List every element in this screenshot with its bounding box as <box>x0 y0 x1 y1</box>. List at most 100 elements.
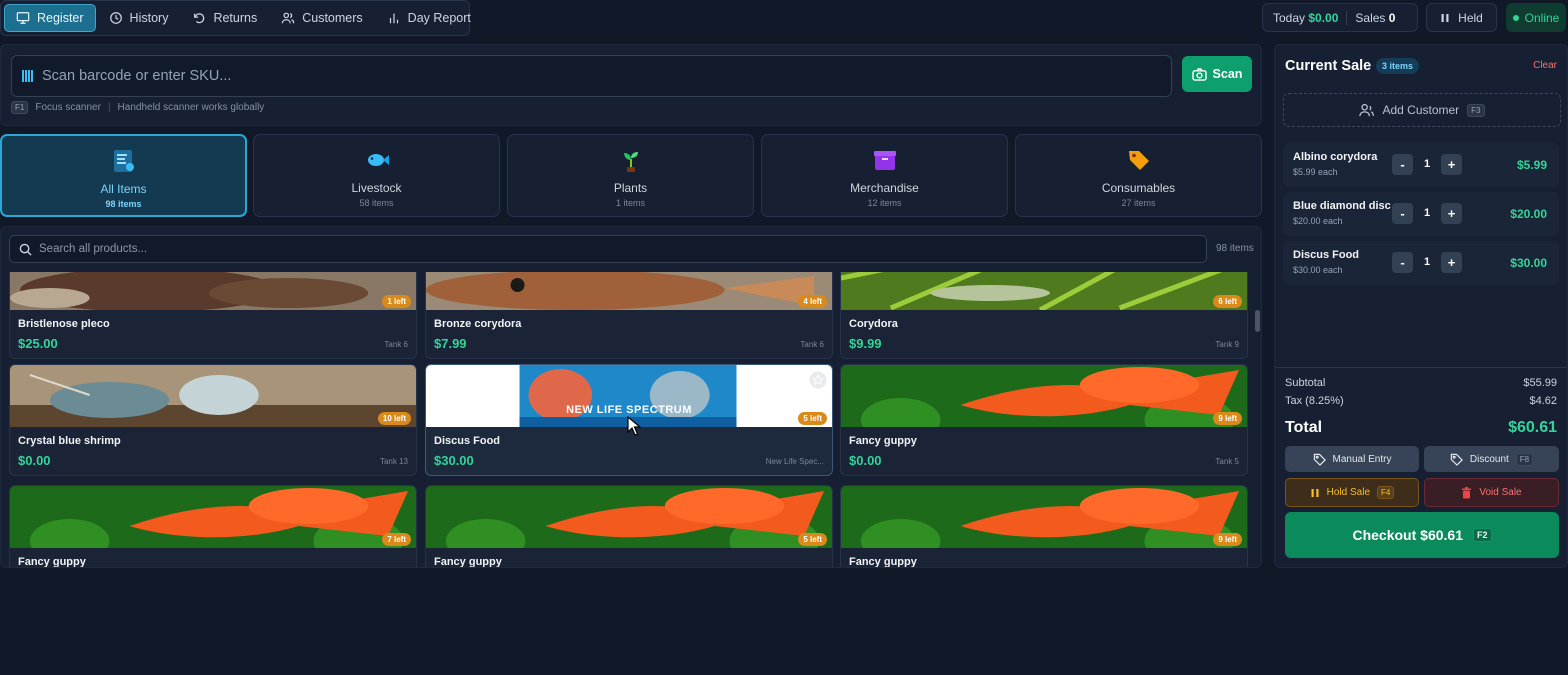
line-item-qty[interactable]: 1 <box>1424 207 1430 219</box>
decrease-qty-button[interactable]: - <box>1392 203 1413 224</box>
line-item-name: Blue diamond disc <box>1293 200 1391 212</box>
discount-button[interactable]: Discount F8 <box>1424 446 1559 472</box>
product-card[interactable]: 9 left Fancy guppy <box>840 485 1248 568</box>
line-item-qty[interactable]: 1 <box>1424 158 1430 170</box>
clear-sale-button[interactable]: Clear <box>1533 60 1557 71</box>
favorite-star-icon[interactable] <box>809 371 827 389</box>
void-sale-button[interactable]: Void Sale <box>1424 478 1559 507</box>
category-plants[interactable]: Plants 1 items <box>507 134 754 217</box>
nav-day-report[interactable]: Day Report <box>376 4 482 32</box>
category-name: Livestock <box>351 181 402 195</box>
product-price: $30.00 <box>434 453 474 468</box>
today-value: $0.00 <box>1308 10 1339 25</box>
product-card[interactable]: 6 left Corydora $9.99 Tank 9 <box>840 272 1248 359</box>
product-card[interactable]: 7 left Fancy guppy <box>9 485 417 567</box>
product-name: Crystal blue shrimp <box>18 435 121 447</box>
held-sales-button[interactable]: Held <box>1426 3 1497 32</box>
line-item-each: $20.00 each <box>1293 216 1343 226</box>
hint-focus: Focus scanner <box>35 102 101 113</box>
subtotal-label: Subtotal <box>1285 377 1326 389</box>
product-location: New Life Spec... <box>765 457 824 466</box>
line-item-each: $30.00 each <box>1293 265 1343 275</box>
product-price: $0.00 <box>849 453 882 468</box>
product-card[interactable]: 9 left Fancy guppy $0.00 Tank 5 <box>840 364 1248 476</box>
product-location: Tank 9 <box>1215 340 1239 349</box>
line-item-total: $20.00 <box>1510 207 1547 221</box>
hold-sale-label: Hold Sale <box>1326 487 1370 498</box>
category-name: Merchandise <box>850 181 919 195</box>
category-count: 12 items <box>867 198 902 208</box>
nav-returns[interactable]: Returns <box>181 4 268 32</box>
nav-customers-label: Customers <box>302 11 363 25</box>
nav-customers[interactable]: Customers <box>270 4 373 32</box>
decrease-qty-button[interactable]: - <box>1392 154 1413 175</box>
checkout-button[interactable]: Checkout $60.61 F2 <box>1285 512 1559 558</box>
checkout-key: F2 <box>1472 528 1492 542</box>
decrease-qty-button[interactable]: - <box>1392 252 1413 273</box>
product-card[interactable]: 10 left Crystal blue shrimp $0.00 Tank 1… <box>9 364 417 476</box>
scan-button[interactable]: Scan <box>1182 56 1252 92</box>
product-location: Tank 6 <box>800 340 824 349</box>
main-nav: Register History Returns Customers Day R… <box>0 0 471 36</box>
sales-value: 0 <box>1388 10 1396 25</box>
stock-badge: 5 left <box>798 412 827 425</box>
discount-label: Discount <box>1469 453 1509 465</box>
hold-sale-button[interactable]: Hold Sale F4 <box>1285 478 1419 507</box>
increase-qty-button[interactable]: + <box>1441 154 1462 175</box>
product-card[interactable]: 1 left Bristlenose pleco $25.00 Tank 6 <box>9 272 417 359</box>
category-livestock[interactable]: Livestock 58 items <box>253 134 500 217</box>
product-image <box>426 486 832 548</box>
add-customer-key: F3 <box>1467 103 1485 117</box>
manual-entry-button[interactable]: Manual Entry <box>1285 446 1419 472</box>
tag-outline-icon <box>1450 453 1463 466</box>
manual-entry-label: Manual Entry <box>1332 453 1392 465</box>
subtotal-row: Subtotal $55.99 <box>1285 377 1557 389</box>
product-location: Tank 5 <box>1215 457 1239 466</box>
line-item-qty[interactable]: 1 <box>1424 256 1430 268</box>
scrollbar-thumb[interactable] <box>1255 310 1260 332</box>
products-panel: Search all products... 98 items 1 left B… <box>0 226 1262 568</box>
hint-key: F1 <box>11 101 29 114</box>
nav-history[interactable]: History <box>98 4 180 32</box>
product-image <box>10 365 416 427</box>
category-consumables[interactable]: Consumables 27 items <box>1015 134 1262 217</box>
category-all-items[interactable]: All Items 98 items <box>0 134 247 217</box>
sale-title: Current Sale <box>1285 58 1372 74</box>
nav-register-label: Register <box>37 11 84 25</box>
category-name: All Items <box>100 182 147 196</box>
today-stats: Today $0.00 Sales 0 <box>1262 3 1418 32</box>
hold-sale-key: F4 <box>1377 486 1395 499</box>
current-sale-panel: Current Sale 3 items Clear Add Customer … <box>1274 44 1568 568</box>
product-price: $0.00 <box>18 453 51 468</box>
product-image <box>841 272 1247 310</box>
product-name: Fancy guppy <box>434 556 502 568</box>
product-name: Fancy guppy <box>849 556 917 568</box>
summary-divider <box>1275 367 1567 368</box>
product-location: Tank 13 <box>379 457 408 466</box>
category-count: 58 items <box>359 198 394 208</box>
scan-label: Scan <box>1212 67 1243 81</box>
increase-qty-button[interactable]: + <box>1441 203 1462 224</box>
search-icon <box>19 243 32 256</box>
product-image <box>10 486 416 548</box>
product-card[interactable]: 4 left Bronze corydora $7.99 Tank 6 <box>425 272 833 359</box>
product-search-input[interactable]: Search all products... <box>9 235 1207 263</box>
add-customer-button[interactable]: Add Customer F3 <box>1283 93 1561 127</box>
nav-register[interactable]: Register <box>4 4 96 32</box>
category-merchandise[interactable]: Merchandise 12 items <box>761 134 1008 217</box>
increase-qty-button[interactable]: + <box>1441 252 1462 273</box>
stock-badge: 4 left <box>798 295 827 308</box>
product-scrollbar[interactable] <box>1254 280 1261 565</box>
barcode-input[interactable]: Scan barcode or enter SKU... <box>11 55 1172 97</box>
product-card[interactable]: 5 left Fancy guppy <box>425 485 833 568</box>
product-name: Bristlenose pleco <box>18 318 110 330</box>
camera-icon <box>1191 67 1207 81</box>
product-name: Bronze corydora <box>434 318 522 330</box>
category-name: Plants <box>613 181 648 195</box>
online-status: Online <box>1506 3 1566 32</box>
product-price: $9.99 <box>849 336 882 351</box>
product-price: $7.99 <box>434 336 467 351</box>
rotate-icon <box>194 13 205 24</box>
stock-badge: 9 left <box>1213 412 1242 425</box>
today-stat: Today $0.00 <box>1273 11 1338 25</box>
